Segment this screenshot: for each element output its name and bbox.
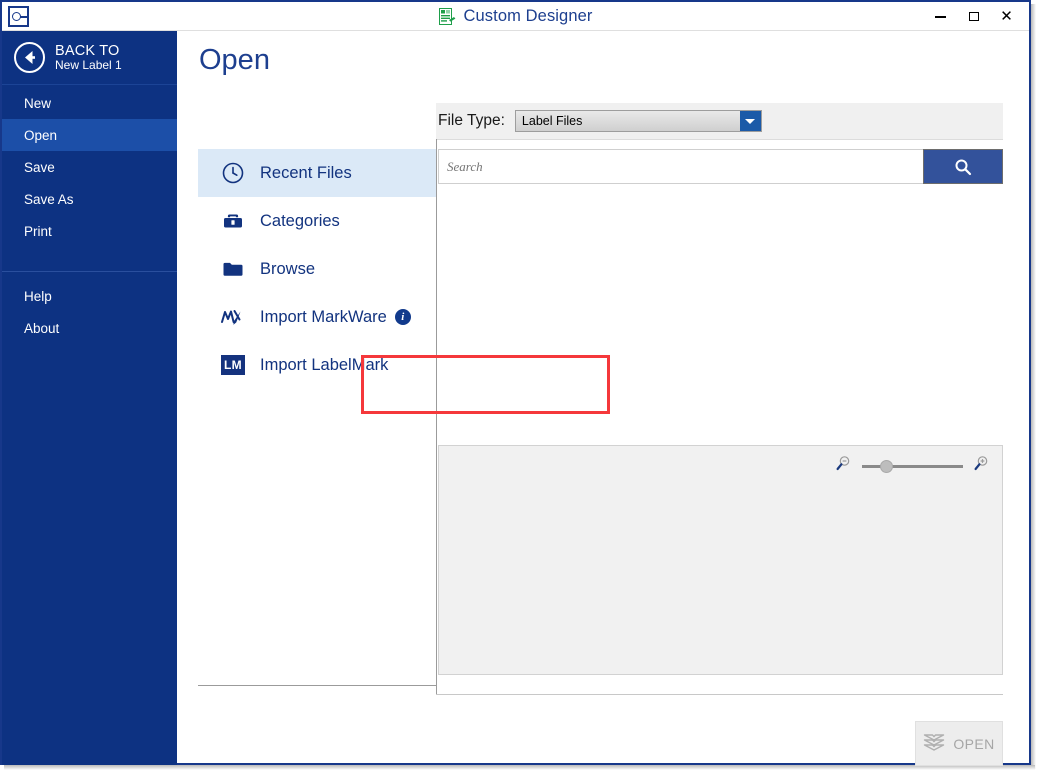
search-input[interactable] bbox=[438, 149, 923, 184]
zoom-slider-thumb[interactable] bbox=[880, 460, 893, 473]
sidebar-item-save-as[interactable]: Save As bbox=[2, 183, 177, 215]
open-book-icon bbox=[923, 732, 945, 755]
open-button-label: OPEN bbox=[953, 736, 994, 752]
main-content: Open File Type: Label Files bbox=[177, 31, 1029, 763]
open-source-label: Import MarkWare bbox=[260, 308, 387, 327]
back-arrow-icon bbox=[14, 42, 45, 73]
sidebar-divider bbox=[2, 271, 177, 272]
open-source-label: Import LabelMark bbox=[260, 356, 388, 375]
sidebar-item-new[interactable]: New bbox=[2, 87, 177, 119]
back-to-subtitle: New Label 1 bbox=[55, 59, 122, 72]
open-source-import-labelmark[interactable]: LM Import LabelMark bbox=[198, 341, 436, 389]
open-source-label: Categories bbox=[260, 212, 340, 231]
minimize-icon bbox=[935, 16, 946, 18]
footer-divider bbox=[436, 694, 1003, 695]
app-logo-bar bbox=[20, 16, 27, 18]
close-button[interactable]: ✕ bbox=[990, 4, 1023, 29]
search-row bbox=[438, 149, 1003, 184]
page-title: Open bbox=[199, 44, 270, 77]
search-button[interactable] bbox=[923, 149, 1003, 184]
maximize-icon bbox=[969, 12, 979, 21]
app-window: Custom Designer ✕ bbox=[0, 0, 1037, 777]
file-type-label: File Type: bbox=[438, 112, 505, 130]
zoom-out-icon[interactable] bbox=[835, 455, 852, 477]
open-source-list: Recent Files Categories bbox=[198, 149, 436, 389]
window-controls: ✕ bbox=[924, 2, 1023, 31]
sidebar-item-save[interactable]: Save bbox=[2, 151, 177, 183]
open-source-label: Recent Files bbox=[260, 164, 352, 183]
file-type-select[interactable]: Label Files bbox=[515, 110, 762, 132]
preview-pane bbox=[438, 445, 1003, 675]
labelmark-icon: LM bbox=[220, 352, 246, 378]
chevron-down-icon[interactable] bbox=[740, 111, 761, 131]
info-icon[interactable]: i bbox=[395, 309, 411, 325]
file-type-value: Label Files bbox=[522, 114, 582, 128]
vertical-divider bbox=[436, 139, 437, 694]
window-shadow-bottom bbox=[4, 765, 1035, 770]
open-source-categories[interactable]: Categories bbox=[198, 197, 436, 245]
window-title: Custom Designer bbox=[464, 7, 593, 26]
app-logo-icon bbox=[8, 6, 29, 27]
zoom-slider-track[interactable] bbox=[862, 465, 963, 468]
back-to-title: BACK TO bbox=[55, 43, 122, 59]
sidebar-secondary-nav: Help About bbox=[2, 278, 177, 344]
title-bar: Custom Designer ✕ bbox=[2, 2, 1029, 31]
close-icon: ✕ bbox=[1000, 9, 1013, 24]
title-center-group: Custom Designer bbox=[2, 2, 1029, 31]
search-results-list[interactable] bbox=[438, 184, 1003, 446]
clock-icon bbox=[220, 160, 246, 186]
backstage-sidebar: BACK TO New Label 1 New Open Save Save A… bbox=[2, 31, 177, 765]
back-to-labels: BACK TO New Label 1 bbox=[55, 43, 122, 73]
search-icon bbox=[954, 158, 972, 176]
open-source-browse[interactable]: Browse bbox=[198, 245, 436, 293]
open-button[interactable]: OPEN bbox=[915, 721, 1003, 766]
open-source-recent-files[interactable]: Recent Files bbox=[198, 149, 436, 197]
zoom-slider-control[interactable] bbox=[835, 456, 990, 476]
main-window: Custom Designer ✕ bbox=[0, 0, 1031, 765]
open-source-import-markware[interactable]: Import MarkWare i bbox=[198, 293, 436, 341]
left-column-divider bbox=[198, 685, 436, 686]
back-to-button[interactable]: BACK TO New Label 1 bbox=[2, 31, 177, 85]
document-designer-icon bbox=[439, 8, 456, 26]
open-source-label: Browse bbox=[260, 260, 315, 279]
window-shadow-right bbox=[1031, 4, 1036, 769]
maximize-button[interactable] bbox=[957, 4, 990, 29]
zoom-in-icon[interactable] bbox=[973, 455, 990, 477]
sidebar-item-open[interactable]: Open bbox=[2, 119, 177, 151]
toolbox-icon bbox=[220, 208, 246, 234]
sidebar-item-help[interactable]: Help bbox=[2, 280, 177, 312]
sidebar-primary-nav: New Open Save Save As Print bbox=[2, 85, 177, 247]
sidebar-item-about[interactable]: About bbox=[2, 312, 177, 344]
file-type-bar: File Type: Label Files bbox=[436, 103, 1003, 140]
folder-icon bbox=[220, 256, 246, 282]
markware-icon bbox=[220, 304, 246, 330]
labelmark-badge-text: LM bbox=[221, 355, 245, 375]
sidebar-item-print[interactable]: Print bbox=[2, 215, 177, 247]
minimize-button[interactable] bbox=[924, 4, 957, 29]
